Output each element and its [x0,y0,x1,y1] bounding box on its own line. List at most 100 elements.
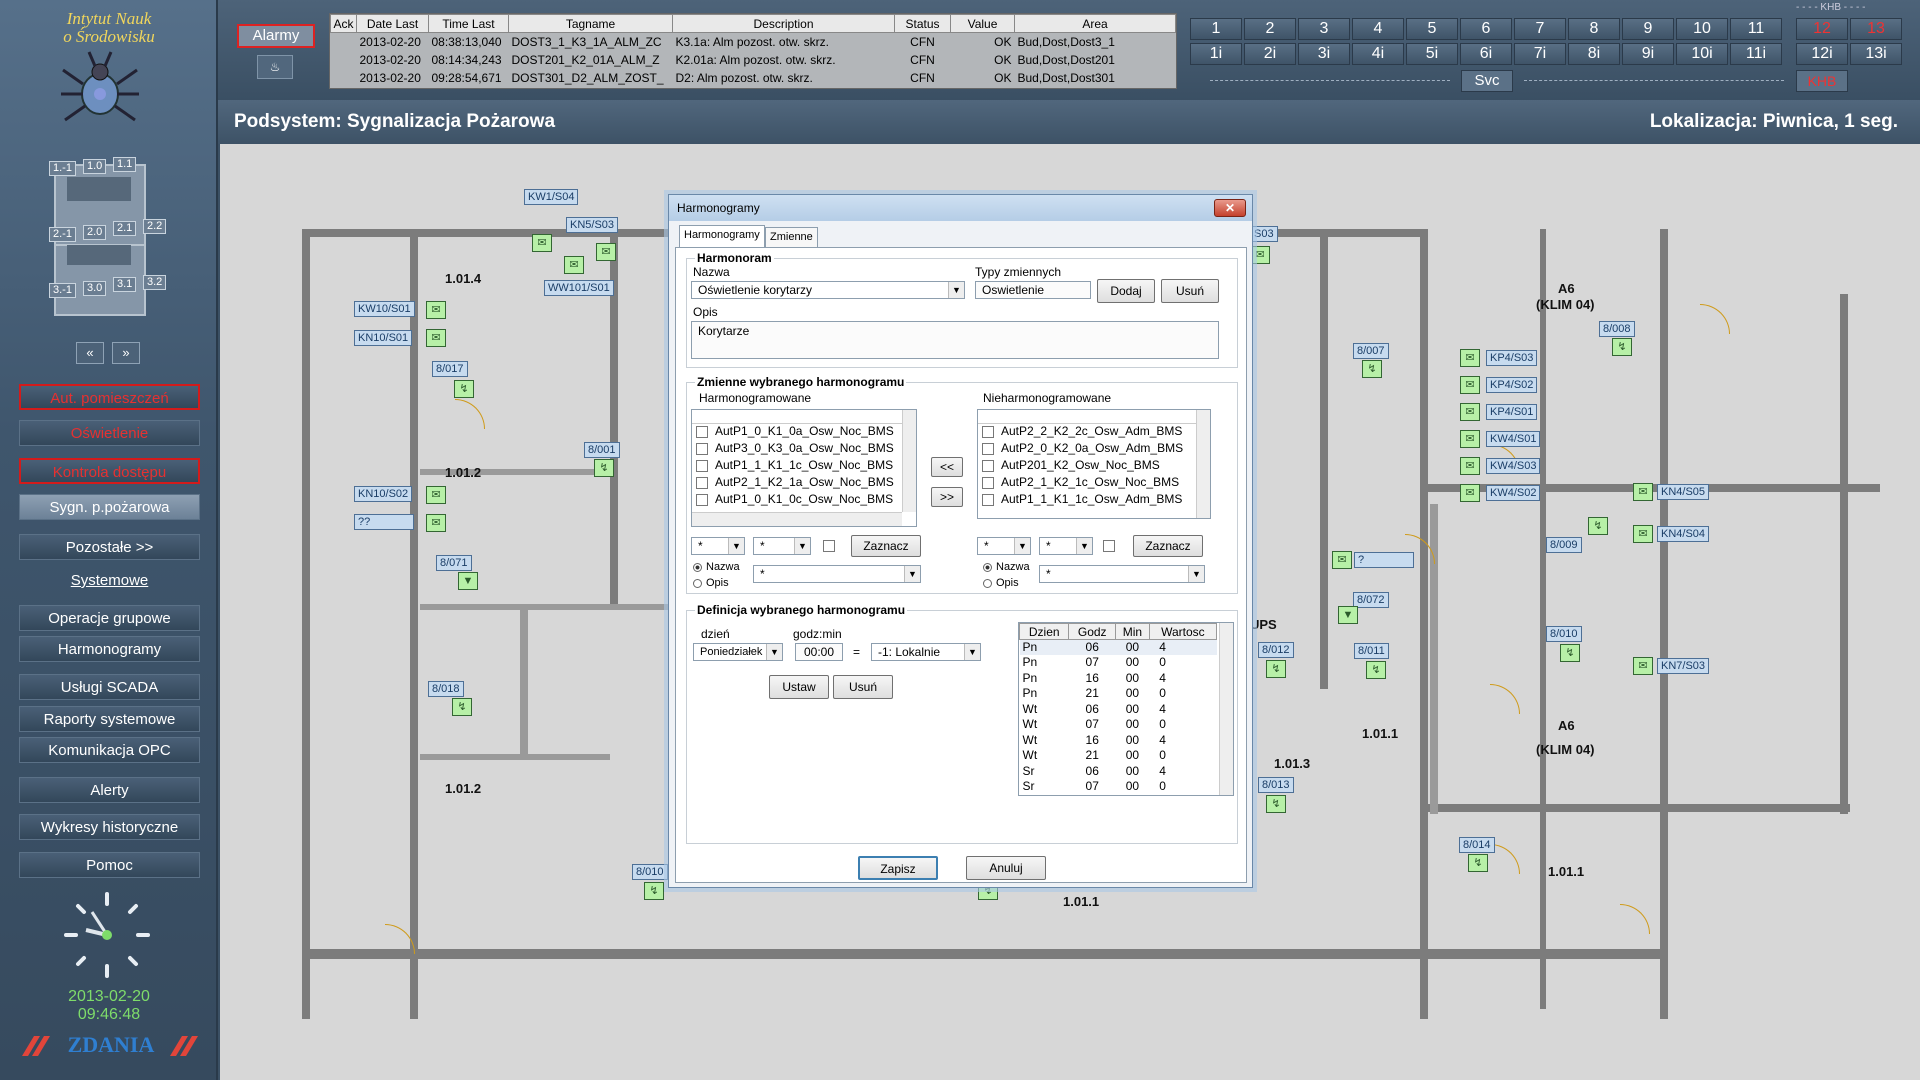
smoke-detector-icon[interactable]: ✉ [426,329,446,347]
mark-button[interactable]: Zaznacz [851,535,921,557]
floor-btn-3-m1[interactable]: 3.-1 [49,283,76,298]
device-tag[interactable]: KN10/S02 [354,486,413,502]
vertical-scrollbar[interactable] [1196,410,1210,518]
filter-select-4[interactable]: * ▼ [1039,537,1093,555]
checkbox[interactable] [982,459,994,472]
col-status[interactable]: Status [894,14,951,33]
checkbox[interactable] [696,459,708,472]
checkbox[interactable] [982,476,994,489]
device-tag[interactable]: KN5/S03 [566,217,619,233]
col-hour[interactable]: Godz [1068,623,1117,640]
smoke-detector-icon[interactable]: ✉ [1633,525,1653,543]
device-tag[interactable]: S03 [1250,226,1278,242]
floor-button[interactable]: 7 [1514,18,1566,40]
menu-system[interactable]: Systemowe [19,568,200,594]
schedule-row[interactable]: Pn 06 00 4 [1019,639,1217,655]
schedule-row[interactable]: Sr 07 00 0 [1020,779,1217,795]
manual-call-point-icon[interactable]: ↯ [1560,644,1580,662]
schedule-row[interactable]: Wt 07 00 0 [1020,717,1217,733]
floor-i-button[interactable]: 12i [1796,43,1848,65]
manual-call-point-icon[interactable]: ↯ [1588,517,1608,535]
manual-call-point-icon[interactable]: ↯ [644,882,664,900]
checkbox[interactable] [696,425,708,438]
floor-i-button[interactable]: 9i [1622,43,1674,65]
menu-help[interactable]: Pomoc [19,852,200,878]
device-tag[interactable]: KN10/S01 [354,330,413,346]
schedule-row[interactable]: Wt 21 00 0 [1020,748,1217,764]
smoke-detector-icon[interactable]: ✉ [532,234,552,252]
chevron-down-icon[interactable]: ▼ [964,644,980,660]
radio-name-option[interactable]: Nazwa [693,561,740,573]
alarm-ack[interactable] [331,51,357,69]
col-tagname[interactable]: Tagname [508,14,673,33]
smoke-detector-icon[interactable]: ✉ [1460,376,1480,394]
types-field[interactable]: Oswietlenie [975,281,1091,299]
list-item[interactable]: AutP1_1_K1_1c_Osw_Adm_BMS [978,492,1210,509]
floor-i-button[interactable]: 5i [1406,43,1458,65]
floor-btn-3-2[interactable]: 3.2 [143,275,167,290]
device-tag[interactable]: 8/008 [1599,321,1635,337]
set-button[interactable]: Ustaw [769,675,829,699]
filter-checkbox[interactable] [1103,540,1115,552]
schedule-row[interactable]: Wt 16 00 4 [1020,733,1217,749]
alarm-ack[interactable] [331,33,357,51]
save-button[interactable]: Zapisz [858,856,938,880]
device-tag[interactable]: KP4/S03 [1486,350,1538,366]
menu-access-control[interactable]: Kontrola dostępu [19,458,200,484]
schedule-row[interactable]: Wt 06 00 4 [1020,702,1217,718]
device-tag[interactable]: KP4/S01 [1486,404,1538,420]
floor-button[interactable]: 5 [1406,18,1458,40]
device-tag[interactable]: KN4/S05 [1657,484,1710,500]
smoke-detector-icon[interactable]: ✉ [1332,551,1352,569]
floor-i-button[interactable]: 11i [1730,43,1782,65]
schedule-entries[interactable]: Dzien Godz Min Wartosc Pn 06 00 4 Pn 07 00 0 Pn 1… [1018,622,1234,796]
manual-call-point-icon[interactable]: ↯ [1266,795,1286,813]
smoke-detector-icon[interactable]: ✉ [1250,246,1270,264]
device-tag[interactable]: 8/072 [1353,592,1389,608]
col-description[interactable]: Description [672,14,895,33]
col-value[interactable]: Wartosc [1148,623,1218,640]
list-item[interactable]: AutP201_K2_Osw_Noc_BMS [978,458,1210,475]
list-item[interactable]: AutP2_2_K2_2c_Osw_Adm_BMS [978,424,1210,441]
time-input[interactable]: 00:00 [795,643,843,661]
chevron-down-icon[interactable]: ▼ [948,282,964,298]
floor-button[interactable]: 13 [1850,18,1902,40]
list-item[interactable]: AutP3_0_K3_0a_Osw_Noc_BMS [692,441,916,458]
add-button[interactable]: Dodaj [1097,279,1155,303]
col-area[interactable]: Area [1014,14,1176,33]
menu-system-reports[interactable]: Raporty systemowe [19,706,200,732]
device-tag[interactable]: ? [1354,552,1414,568]
device-tag[interactable]: 8/018 [428,681,464,697]
alarm-row[interactable]: 2013-02-20 08:38:13,040 DOST3_1_K3_1A_AL… [331,33,1176,51]
schedule-row[interactable]: Sr 06 00 4 [1020,764,1217,780]
device-tag[interactable]: 8/010 [632,864,668,880]
floor-button[interactable]: 4 [1352,18,1404,40]
manual-call-point-icon[interactable]: ↯ [1266,660,1286,678]
schedule-row[interactable]: Pn 16 00 4 [1020,671,1217,687]
col-min[interactable]: Min [1115,623,1150,640]
manual-call-point-icon[interactable]: ↯ [594,459,614,477]
floor-i-button[interactable]: 7i [1514,43,1566,65]
bell-icon[interactable]: ♨ [257,55,293,79]
floor-button[interactable]: 3 [1298,18,1350,40]
filter-select-2[interactable]: * ▼ [753,537,811,555]
list-item[interactable]: AutP1_1_K1_1c_Osw_Noc_BMS [692,458,916,475]
radio[interactable] [983,562,992,572]
chevron-down-icon[interactable]: ▼ [766,644,782,660]
col-ack[interactable]: Ack [330,14,357,33]
smoke-detector-icon[interactable]: ✉ [426,486,446,504]
list-item[interactable]: AutP2_1_K2_1a_Osw_Noc_BMS [692,475,916,492]
chevron-down-icon[interactable]: ▼ [794,538,810,554]
chevron-down-icon[interactable]: ▼ [1014,538,1030,554]
floor-i-button[interactable]: 6i [1460,43,1512,65]
smoke-detector-icon[interactable]: ✉ [596,243,616,261]
radio-name-option[interactable]: Nazwa [983,561,1030,573]
alarm-row[interactable]: 2013-02-20 08:14:34,243 DOST201_K2_01A_A… [331,51,1176,69]
smoke-detector-icon[interactable]: ✉ [564,256,584,274]
device-tag[interactable]: KW10/S01 [354,301,415,317]
delete-entry-button[interactable]: Usuń [833,675,893,699]
radio[interactable] [693,562,702,572]
list-item[interactable]: AutP1_0_K1_0c_Osw_Noc_BMS [692,492,916,509]
device-tag[interactable]: 8/011 [1354,643,1389,659]
smoke-detector-icon[interactable]: ✉ [1460,349,1480,367]
